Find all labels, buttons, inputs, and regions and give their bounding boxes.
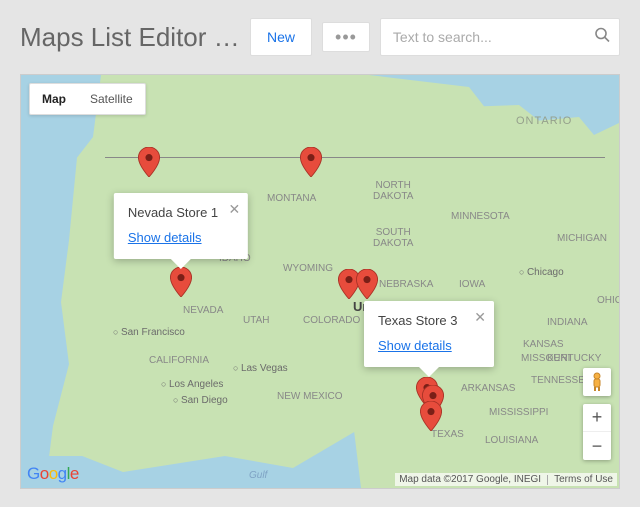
page-title: Maps List Editor D... [20,22,240,53]
map-pin[interactable] [300,147,322,177]
city-label: Las Vegas [233,363,288,374]
state-label: IOWA [459,279,485,290]
more-actions-button[interactable]: ••• [322,22,370,52]
state-label: NORTH DAKOTA [373,180,413,202]
ellipsis-icon: ••• [335,33,357,41]
show-details-link[interactable]: Show details [128,230,218,245]
state-label: MICHIGAN [557,233,607,244]
info-window-title: Nevada Store 1 [128,205,218,220]
state-label: KENTUCKY [547,353,601,364]
new-button[interactable]: New [250,18,312,56]
city-label: Los Angeles [161,379,223,390]
city-label: San Diego [173,395,228,406]
zoom-out-button[interactable]: − [583,432,611,460]
state-label: SOUTH DAKOTA [373,227,413,249]
info-window-title: Texas Store 3 [378,313,464,328]
border-decor [105,157,605,158]
state-label: UTAH [243,315,269,326]
close-icon[interactable]: ✕ [474,309,486,326]
state-label: CALIFORNIA [149,355,209,366]
state-label: INDIANA [547,317,588,328]
state-label: NEW MEXICO [277,391,343,402]
state-label: ARKANSAS [461,383,515,394]
map-type-control: Map Satellite [29,83,146,115]
show-details-link[interactable]: Show details [378,338,464,353]
state-label: COLORADO [303,315,360,326]
zoom-in-button[interactable]: + [583,404,611,432]
map-attribution: Map data ©2017 Google, INEGI Terms of Us… [395,473,617,486]
pegman-control[interactable] [583,368,611,396]
map-pin[interactable] [138,147,160,177]
map-pin[interactable] [170,267,192,297]
state-label: NEBRASKA [379,279,433,290]
state-label: LOUISIANA [485,435,538,446]
state-label: MINNESOTA [451,211,510,222]
map-canvas[interactable]: Map Satellite ONTARIO Un MONTANA NORTH D… [20,74,620,489]
city-label: San Francisco [113,327,185,338]
map-pin[interactable] [420,401,442,431]
google-logo: Google [27,464,79,484]
state-label: KANSAS [523,339,564,350]
close-icon[interactable]: ✕ [228,201,240,218]
ocean-decor [21,75,101,488]
city-label: Chicago [519,267,564,278]
search-input[interactable] [380,18,620,56]
map-type-satellite[interactable]: Satellite [78,84,145,114]
search-container [380,18,620,56]
info-window: ✕ Texas Store 3 Show details [364,301,494,367]
state-label: OHIO [597,295,620,306]
toolbar: Maps List Editor D... New ••• [0,0,640,74]
state-label: MONTANA [267,193,316,204]
zoom-control: + − [583,404,611,460]
map-type-map[interactable]: Map [30,84,78,114]
water-label: Gulf [249,470,267,481]
state-label: MISSISSIPPI [489,407,548,418]
region-label: ONTARIO [516,115,572,127]
terms-link[interactable]: Terms of Use [554,474,613,485]
ocean-decor [369,75,619,195]
map-pin[interactable] [356,269,378,299]
state-label: WYOMING [283,263,333,274]
info-window: ✕ Nevada Store 1 Show details [114,193,248,259]
map-data-text: Map data ©2017 Google, INEGI [399,474,541,485]
state-label: NEVADA [183,305,223,316]
